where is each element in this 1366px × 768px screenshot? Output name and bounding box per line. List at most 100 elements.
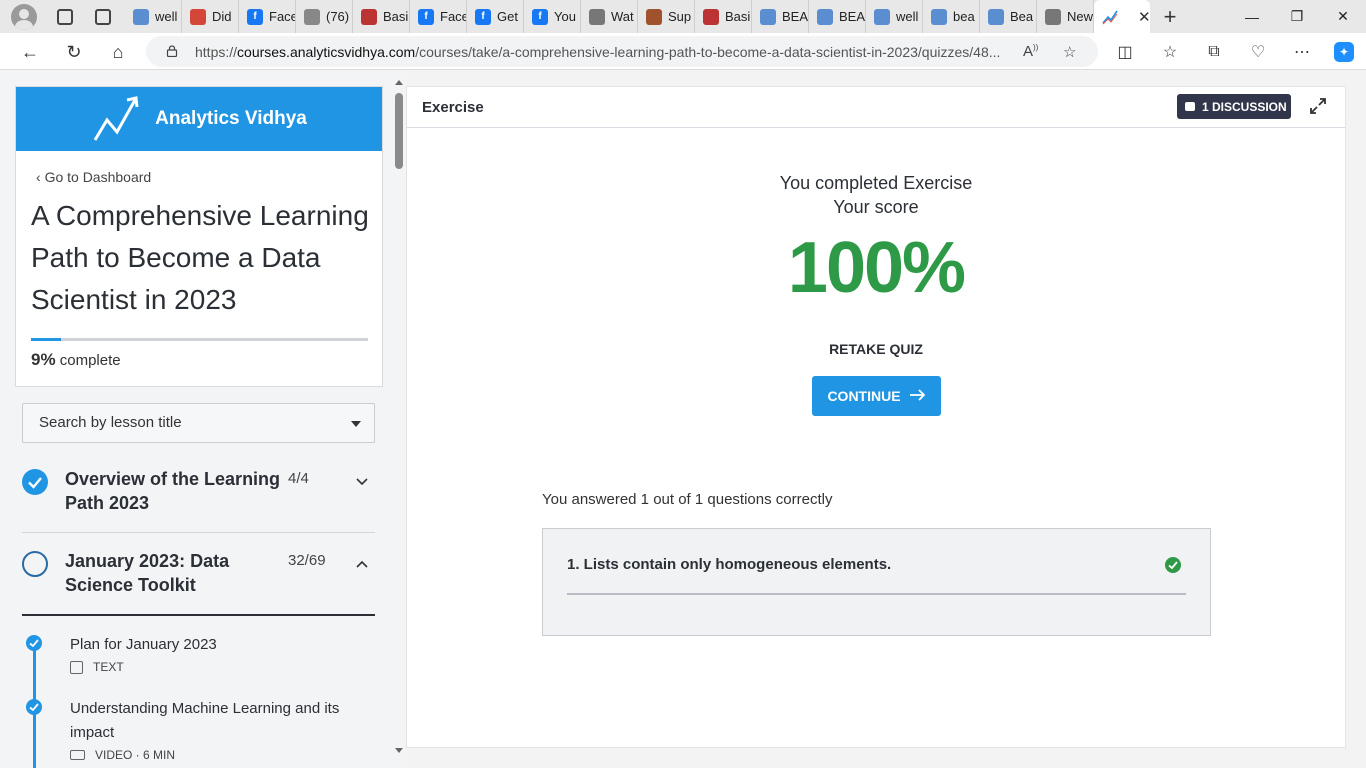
question-result-card[interactable]: 1. Lists contain only homogeneous elemen… — [542, 528, 1211, 636]
chevron-down-icon[interactable] — [356, 473, 368, 489]
course-card: Analytics Vidhya ‹ Go to Dashboard A Com… — [15, 86, 383, 387]
gmail-favicon-icon — [190, 8, 206, 25]
facebook-favicon-icon: f — [418, 8, 434, 25]
search-favicon-icon — [760, 8, 776, 25]
browser-tab[interactable]: Bea — [980, 0, 1037, 33]
lesson-search-select[interactable]: Search by lesson title — [22, 403, 375, 443]
browser-essentials-icon[interactable]: ♡ — [1248, 42, 1268, 62]
discussion-button[interactable]: 1 DISCUSSION — [1177, 94, 1291, 119]
browser-tab[interactable]: f Get — [467, 0, 524, 33]
chat-bubble-icon — [1185, 102, 1195, 111]
url-text[interactable]: https://courses.analyticsvidhya.com/cour… — [195, 44, 1015, 60]
discussion-label: 1 DISCUSSION — [1202, 99, 1287, 114]
close-tab-icon[interactable]: ✕ — [1138, 8, 1150, 26]
d-favicon-icon — [646, 8, 662, 25]
browser-tab-title: Face — [440, 9, 466, 24]
search-favicon-icon — [817, 8, 833, 25]
browser-tab[interactable]: BEA — [809, 0, 866, 33]
chapter-count: 4/4 — [288, 470, 309, 487]
favorite-star-icon[interactable]: ☆ — [1063, 43, 1076, 61]
course-sidebar: Analytics Vidhya ‹ Go to Dashboard A Com… — [0, 71, 392, 768]
continue-button[interactable]: CONTINUE — [812, 376, 941, 416]
restore-icon[interactable]: ❐ — [1274, 0, 1320, 33]
panel-header: Exercise 1 DISCUSSION — [407, 87, 1345, 128]
video-icon — [70, 750, 85, 760]
browser-tab[interactable]: Basi — [353, 0, 410, 33]
check-circle-icon — [26, 699, 42, 715]
browser-tab-title: well — [155, 9, 178, 24]
close-window-icon[interactable]: ✕ — [1320, 0, 1366, 33]
brand-logo[interactable]: Analytics Vidhya — [16, 87, 382, 151]
lock-icon[interactable] — [166, 45, 178, 57]
browser-tab[interactable]: Sup — [638, 0, 695, 33]
retake-quiz-label: RETAKE QUIZ — [829, 341, 923, 357]
browser-tab[interactable]: (76) — [296, 0, 353, 33]
panel-title: Exercise — [422, 99, 484, 116]
browser-tab[interactable]: BEA — [752, 0, 809, 33]
favorites-icon[interactable]: ☆ — [1160, 42, 1180, 62]
chapter-title: Overview of the Learning Path 2023 — [65, 469, 281, 513]
facebook-favicon-icon: f — [532, 8, 548, 25]
score-label: Your score — [833, 197, 919, 217]
quiz-result-panel: Exercise 1 DISCUSSION You completed Exer… — [406, 86, 1346, 748]
back-arrow-icon[interactable]: ← — [17, 39, 43, 65]
browser-tab[interactable]: well — [866, 0, 923, 33]
browser-tab-title: bea — [953, 9, 975, 24]
chevron-up-icon[interactable] — [356, 555, 368, 571]
browser-tab[interactable]: f Face — [239, 0, 296, 33]
lesson-title: Understanding Machine Learning and its i… — [70, 700, 340, 741]
completion-message: You completed Exercise Your score — [407, 171, 1345, 219]
browser-tab[interactable]: Wat — [581, 0, 638, 33]
brand-name: Analytics Vidhya — [155, 108, 307, 129]
browser-tab-title: New — [1067, 9, 1093, 24]
browser-tab[interactable]: Basi — [695, 0, 752, 33]
browser-tab-strip: wellDidfFace(76)BasifFacefGetfYouWatSupB… — [0, 0, 1366, 33]
tab-active[interactable]: ✕ — [1094, 0, 1150, 33]
search-favicon-icon — [874, 8, 890, 25]
scroll-up-icon[interactable] — [395, 80, 403, 85]
copilot-icon[interactable]: ✦ — [1334, 42, 1354, 62]
check-circle-icon — [22, 469, 48, 495]
chevron-left-icon: ‹ — [36, 169, 41, 185]
split-screen-icon[interactable]: ◫ — [1115, 42, 1135, 62]
correct-check-icon — [1165, 557, 1181, 573]
home-icon[interactable]: ⌂ — [105, 39, 131, 65]
search-favicon-icon — [133, 8, 149, 25]
browser-tab-title: Basi — [383, 9, 409, 24]
score-value: 100% — [787, 228, 966, 308]
browser-tab[interactable]: f Face — [410, 0, 467, 33]
pdf-favicon-icon — [361, 8, 377, 25]
refresh-icon[interactable]: ↻ — [61, 39, 87, 65]
scrollbar-thumb[interactable] — [395, 93, 403, 169]
chapter-count: 32/69 — [288, 552, 326, 569]
answered-summary: You answered 1 out of 1 questions correc… — [542, 491, 833, 508]
progress-value: 9% — [31, 350, 56, 369]
minimize-icon[interactable]: — — [1229, 0, 1275, 33]
sidebar-scrollbar[interactable] — [392, 71, 406, 768]
question-text: 1. Lists contain only homogeneous elemen… — [567, 556, 892, 573]
check-circle-icon — [26, 635, 42, 651]
new-tab-button[interactable]: + — [1150, 4, 1190, 30]
chapter-divider-active — [22, 614, 375, 616]
workspaces-icon[interactable] — [57, 8, 73, 25]
browser-tab-title: BEA — [839, 9, 865, 24]
browser-tab[interactable]: f You — [524, 0, 581, 33]
browser-tab[interactable]: Did — [182, 0, 239, 33]
go-to-dashboard-link[interactable]: ‹ Go to Dashboard — [36, 169, 151, 185]
browser-tab-title: Did — [212, 9, 232, 24]
browser-tab[interactable]: New — [1037, 0, 1094, 33]
browser-tab-title: Wat — [611, 9, 634, 24]
expand-icon[interactable] — [1309, 97, 1327, 120]
collections-icon[interactable]: ⧉ — [1204, 42, 1224, 62]
browser-tab[interactable]: bea — [923, 0, 980, 33]
scroll-down-icon[interactable] — [395, 748, 403, 753]
retake-quiz-link[interactable]: RETAKE QUIZ — [407, 341, 1345, 357]
arrow-right-icon — [909, 386, 926, 406]
url-field[interactable]: https://courses.analyticsvidhya.com/cour… — [146, 36, 1098, 67]
read-aloud-icon[interactable]: A)) — [1023, 43, 1038, 60]
browser-tab[interactable]: well — [125, 0, 182, 33]
more-options-icon[interactable]: ⋯ — [1292, 42, 1312, 62]
tab-actions-icon[interactable] — [95, 8, 111, 25]
browser-tab-title: (76) — [326, 9, 350, 24]
profile-avatar-icon[interactable] — [11, 3, 37, 30]
